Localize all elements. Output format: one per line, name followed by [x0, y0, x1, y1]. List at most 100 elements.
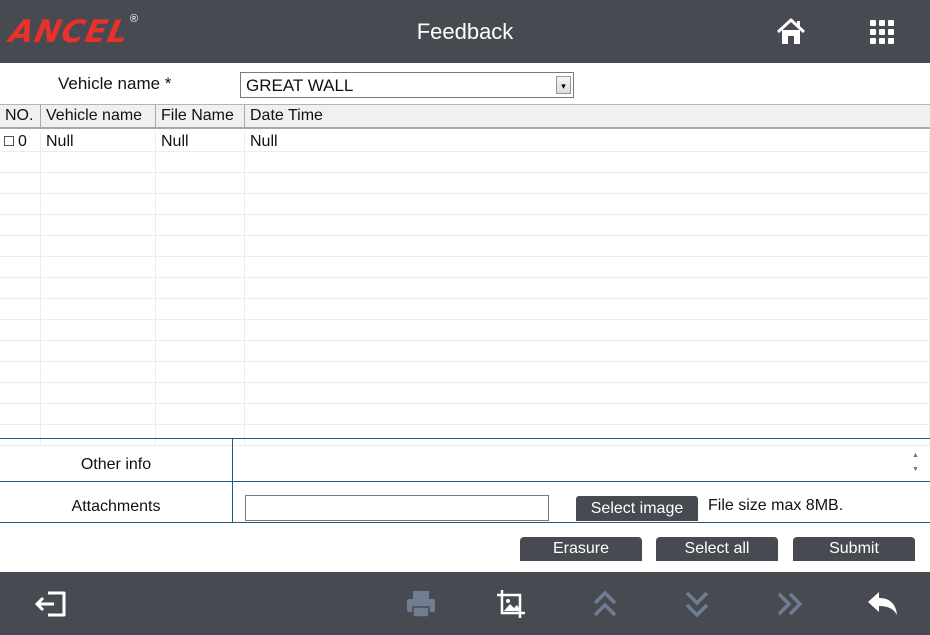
empty-cell	[41, 320, 156, 341]
empty-cell	[0, 173, 41, 194]
empty-cell	[0, 362, 41, 383]
row-checkbox[interactable]	[4, 136, 14, 146]
empty-cell	[156, 320, 245, 341]
empty-cell	[0, 278, 41, 299]
header-bar: ANCEL ® Feedback	[0, 0, 930, 63]
attachments-label: Attachments	[71, 498, 161, 515]
empty-cell	[41, 362, 156, 383]
other-info-field[interactable]	[240, 444, 905, 476]
empty-cell	[0, 425, 41, 446]
empty-cell	[0, 383, 41, 404]
empty-cell	[0, 341, 41, 362]
vehicle-selected-value: GREAT WALL	[246, 76, 354, 95]
footer-bar	[0, 572, 930, 635]
empty-cell	[156, 152, 245, 173]
empty-table-row	[0, 383, 930, 404]
empty-cell	[245, 320, 930, 341]
empty-table-row	[0, 236, 930, 257]
table-row[interactable]: 0 Null Null Null	[0, 131, 930, 152]
scroll-up-icon[interactable]: ▲	[912, 452, 919, 459]
column-header-vehicle-name: Vehicle name	[41, 105, 156, 127]
exit-button[interactable]	[34, 588, 68, 620]
back-icon	[868, 592, 897, 615]
empty-table-row	[0, 299, 930, 320]
vehicle-name-cell: Null	[41, 131, 156, 152]
fast-forward-button[interactable]	[773, 588, 807, 620]
empty-cell	[245, 173, 930, 194]
empty-table-row	[0, 152, 930, 173]
apps-menu-button[interactable]	[866, 16, 898, 48]
empty-cell	[41, 383, 156, 404]
page-down-button[interactable]	[680, 588, 714, 620]
empty-table-row	[0, 404, 930, 425]
empty-table-row	[0, 341, 930, 362]
empty-cell	[156, 236, 245, 257]
empty-cell	[156, 404, 245, 425]
home-button[interactable]	[775, 16, 807, 48]
row-number-cell: 0	[0, 131, 41, 152]
empty-table-row	[0, 194, 930, 215]
page-up-icon	[593, 590, 617, 617]
empty-cell	[245, 215, 930, 236]
empty-cell	[156, 278, 245, 299]
empty-cell	[156, 215, 245, 236]
empty-cell	[245, 383, 930, 404]
empty-cell	[0, 236, 41, 257]
empty-cell	[156, 173, 245, 194]
empty-cell	[41, 341, 156, 362]
erasure-button[interactable]: Erasure	[520, 537, 642, 561]
empty-cell	[245, 257, 930, 278]
chevron-down-icon[interactable]: ▾	[556, 76, 571, 94]
file-size-note: File size max 8MB.	[708, 497, 844, 514]
empty-cell	[0, 257, 41, 278]
empty-table-row	[0, 173, 930, 194]
empty-table-row	[0, 215, 930, 236]
empty-cell	[0, 299, 41, 320]
empty-cell	[0, 404, 41, 425]
empty-cell	[41, 152, 156, 173]
empty-cell	[41, 425, 156, 446]
empty-cell	[245, 278, 930, 299]
date-time-cell: Null	[245, 131, 930, 152]
empty-cell	[0, 194, 41, 215]
empty-cell	[245, 341, 930, 362]
column-header-no: NO.	[0, 105, 41, 127]
other-info-scrollbar[interactable]: ▲ ▼	[909, 450, 924, 478]
apps-grid-icon	[870, 20, 894, 44]
empty-table-row	[0, 425, 930, 446]
scroll-down-icon[interactable]: ▼	[912, 466, 919, 473]
select-image-button[interactable]: Select image	[576, 496, 698, 521]
empty-cell	[156, 383, 245, 404]
page-up-button[interactable]	[588, 588, 622, 620]
vehicle-name-select[interactable]: GREAT WALL ▾	[240, 72, 574, 98]
empty-cell	[245, 362, 930, 383]
empty-cell	[156, 257, 245, 278]
column-header-date-time: Date Time	[250, 107, 323, 124]
form-divider	[0, 438, 930, 439]
empty-table-row	[0, 257, 930, 278]
table-header: NO. Vehicle name File Name Date Time	[0, 105, 930, 129]
empty-cell	[0, 320, 41, 341]
empty-table-row	[0, 278, 930, 299]
empty-cell	[245, 404, 930, 425]
empty-cell	[156, 299, 245, 320]
empty-cell	[41, 404, 156, 425]
empty-cell	[41, 215, 156, 236]
back-button[interactable]	[866, 588, 900, 620]
attachment-path-field[interactable]	[245, 495, 549, 521]
row-number: 0	[18, 133, 27, 150]
empty-cell	[245, 425, 930, 446]
page-down-icon	[685, 591, 709, 618]
empty-cell	[156, 341, 245, 362]
home-icon	[776, 18, 806, 44]
empty-cell	[41, 194, 156, 215]
screenshot-button[interactable]	[495, 588, 529, 620]
empty-table-row	[0, 362, 930, 383]
column-header-file-name: File Name	[156, 105, 245, 127]
empty-cell	[0, 152, 41, 173]
fast-forward-icon	[777, 592, 803, 616]
submit-button[interactable]: Submit	[793, 537, 915, 561]
select-all-button[interactable]: Select all	[656, 537, 778, 561]
file-name-cell: Null	[156, 131, 245, 152]
print-button[interactable]	[404, 588, 438, 620]
